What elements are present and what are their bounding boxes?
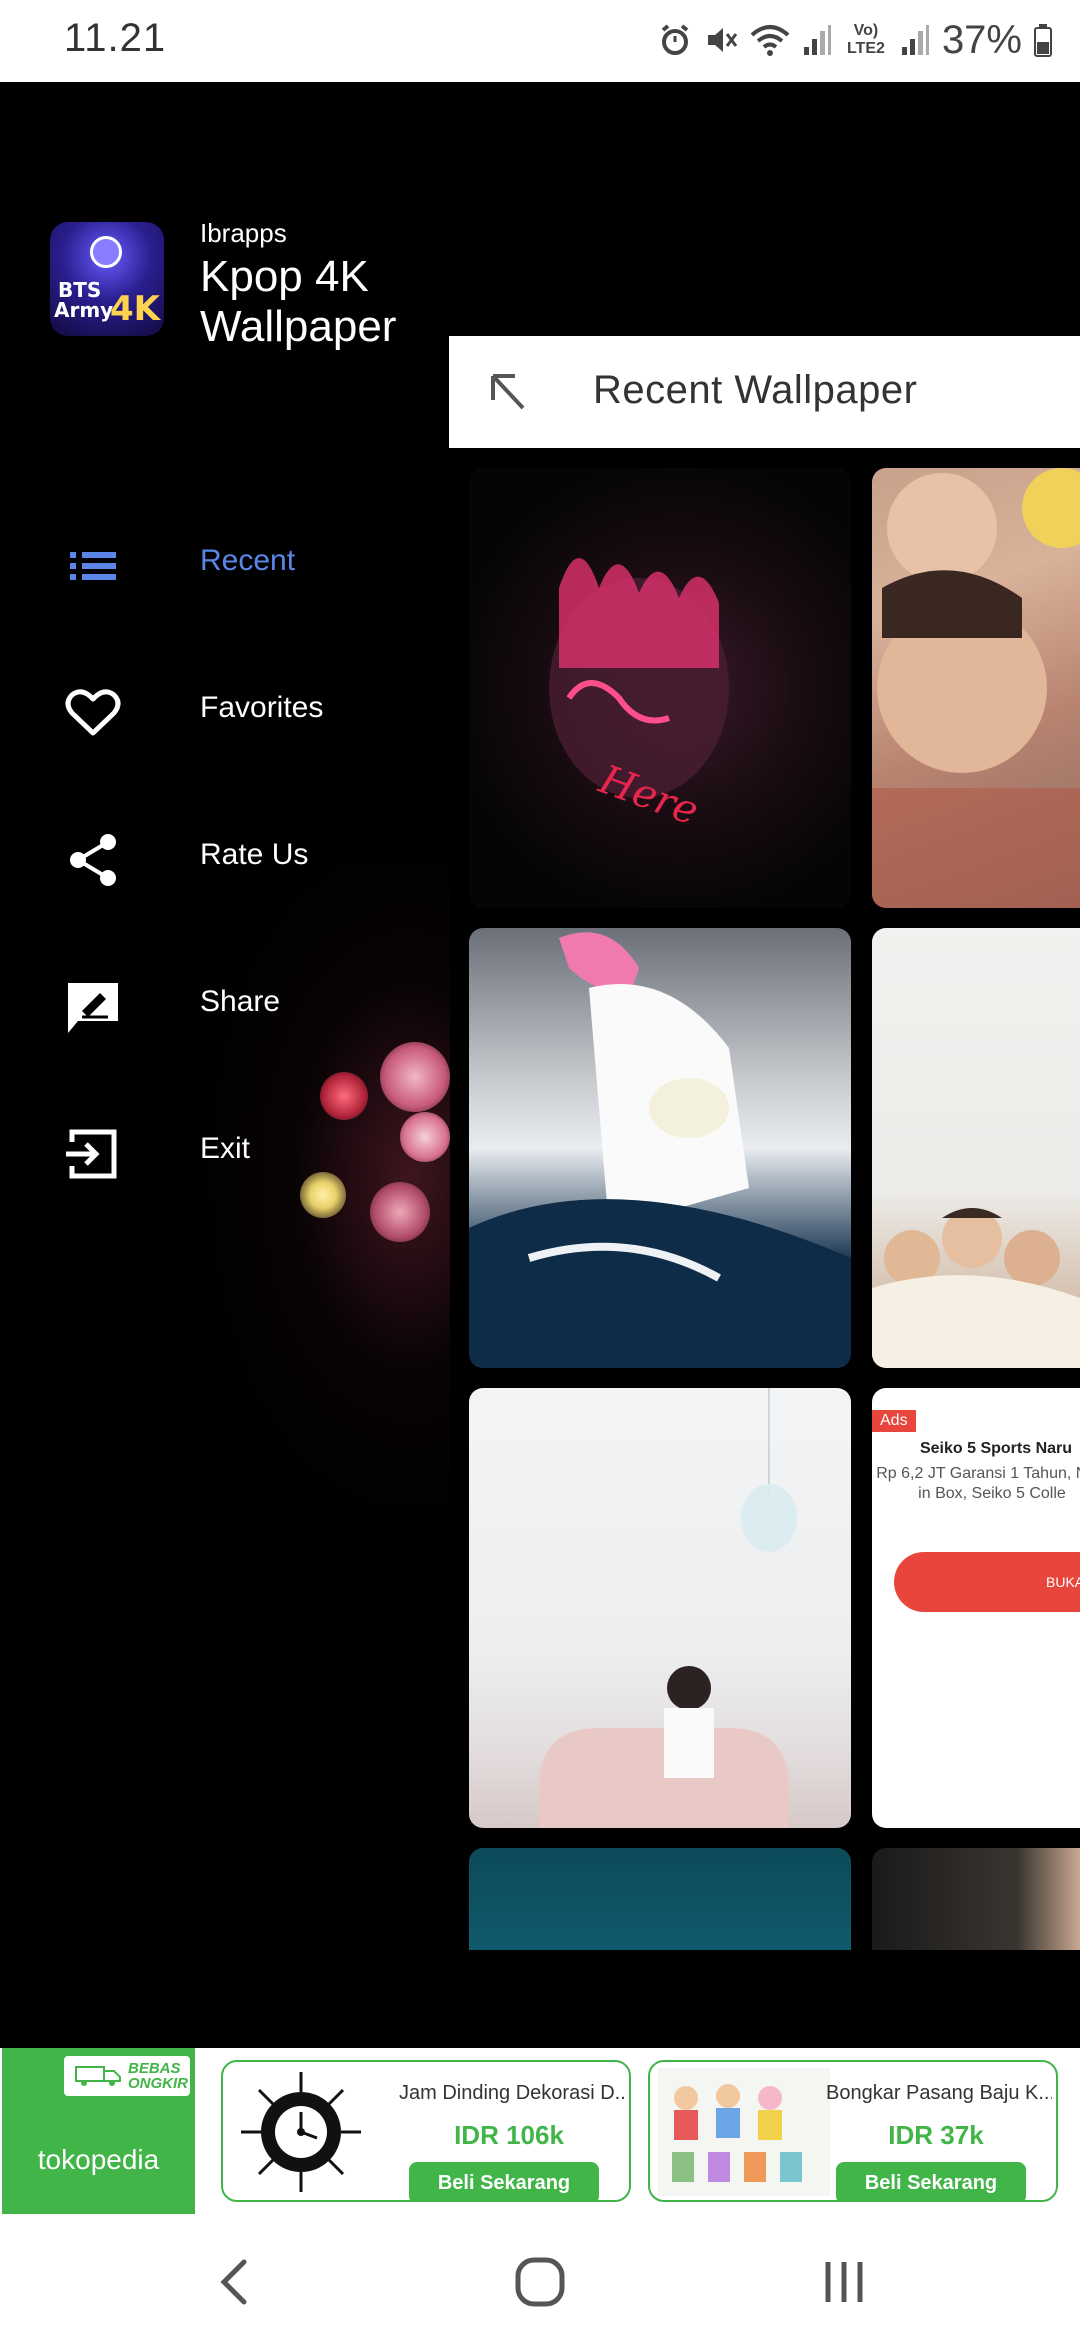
system-nav-bar bbox=[0, 2214, 1080, 2340]
battery-icon bbox=[1034, 24, 1052, 57]
app-name: Kpop 4K Wallpaper bbox=[200, 252, 397, 351]
ad-title: Seiko 5 Sports Naru bbox=[919, 1440, 1073, 1457]
wallpaper-art bbox=[872, 1208, 1080, 1368]
product-card[interactable]: Jam Dinding Dekorasi D... IDR 106k Beli … bbox=[221, 2060, 631, 2202]
product-price: IDR 37k bbox=[888, 2120, 984, 2150]
menu-item-share[interactable]: Share bbox=[0, 947, 449, 1067]
wallpaper-thumbnail[interactable] bbox=[469, 1848, 851, 1950]
wallpaper-art bbox=[539, 1388, 797, 1828]
app-screen: 11.21 Vo) LTE2 37% Here Ads Seiko 5 Spor… bbox=[0, 0, 1080, 2340]
navigation-drawer: BTS Army 4K Ibrapps Kpop 4K Wallpaper Re… bbox=[0, 82, 450, 2232]
alarm-icon bbox=[661, 24, 689, 55]
wallpaper-thumbnail[interactable] bbox=[469, 1388, 851, 1828]
buy-now-button[interactable]: Beli Sekarang bbox=[409, 2162, 599, 2200]
signal-icon bbox=[803, 25, 831, 55]
paper-doll-image bbox=[658, 2068, 830, 2196]
wallpaper-art: Here bbox=[549, 558, 729, 835]
brand-name: tokopedia bbox=[37, 2144, 160, 2175]
menu-label: Exit bbox=[200, 1132, 251, 1165]
main-header: Recent Wallpaper bbox=[449, 336, 1080, 448]
truck-icon bbox=[75, 2066, 121, 2086]
logo-text-4k: 4K bbox=[110, 289, 161, 329]
wallpaper-thumbnail[interactable] bbox=[872, 468, 1080, 908]
ad-badge: Ads bbox=[872, 1410, 916, 1432]
product-price: IDR 106k bbox=[454, 2120, 564, 2150]
chat-edit-icon bbox=[68, 983, 118, 1033]
status-bar: 11.21 Vo) LTE2 37% bbox=[0, 0, 1080, 82]
menu-item-favorites[interactable]: Favorites bbox=[0, 653, 449, 773]
battery-percent: 37% bbox=[941, 17, 1022, 62]
menu-item-recent[interactable]: Recent bbox=[0, 506, 449, 626]
list-icon bbox=[70, 552, 116, 580]
heart-icon bbox=[65, 689, 121, 736]
ad-description: Rp 6,2 JT Garansi 1 Tahun, New in Box, S… bbox=[876, 1465, 1080, 1502]
page-title: Recent Wallpaper bbox=[593, 368, 918, 412]
menu-label: Share bbox=[200, 985, 281, 1018]
back-icon[interactable] bbox=[206, 2252, 266, 2312]
product-name: Bongkar Pasang Baju K... bbox=[826, 2082, 1052, 2104]
menu-label: Rate Us bbox=[200, 838, 309, 871]
wallpaper-thumbnail[interactable] bbox=[872, 1848, 1080, 1950]
app-logo: BTS Army 4K bbox=[50, 222, 164, 336]
wallpaper-art bbox=[469, 932, 851, 1368]
exit-icon bbox=[66, 1129, 117, 1179]
recent-apps-icon[interactable] bbox=[814, 2252, 874, 2312]
network-label: Vo) LTE2 bbox=[846, 22, 885, 57]
ad-card[interactable]: Ads Seiko 5 Sports Naru Rp 6,2 JT Garans… bbox=[872, 1388, 1080, 1828]
wallpaper-art bbox=[872, 468, 1080, 908]
home-icon[interactable] bbox=[510, 2252, 570, 2312]
ad-open-button[interactable]: BUKA bbox=[894, 1552, 1080, 1612]
menu-item-exit[interactable]: Exit bbox=[0, 1094, 449, 1214]
menu-label: Recent bbox=[200, 544, 296, 577]
menu-item-rate-us[interactable]: Rate Us bbox=[0, 800, 449, 920]
signal-icon-2 bbox=[901, 25, 929, 55]
wallpaper-thumbnail[interactable] bbox=[872, 928, 1080, 1368]
bottom-ad-banner[interactable]: BEBAS ONGKIR tokopedia Jam Dinding Dekor… bbox=[0, 2048, 1080, 2214]
back-arrow-icon[interactable] bbox=[485, 370, 529, 414]
mute-icon bbox=[707, 28, 738, 52]
status-time: 11.21 bbox=[64, 16, 167, 60]
wall-clock-image bbox=[241, 2072, 361, 2192]
product-card[interactable]: Bongkar Pasang Baju K... IDR 37k Beli Se… bbox=[648, 2060, 1058, 2202]
wallpaper-thumbnail[interactable] bbox=[469, 928, 851, 1368]
buy-now-button[interactable]: Beli Sekarang bbox=[836, 2162, 1026, 2200]
logo-text-line2: Army bbox=[54, 298, 114, 322]
wifi-icon bbox=[750, 25, 790, 56]
developer-name: Ibrapps bbox=[200, 218, 287, 248]
product-name: Jam Dinding Dekorasi D... bbox=[399, 2082, 625, 2104]
badge-line2: ONGKIR bbox=[128, 2075, 188, 2092]
logo-disc bbox=[90, 236, 122, 268]
menu-label: Favorites bbox=[200, 691, 324, 724]
tokopedia-panel[interactable]: BEBAS ONGKIR tokopedia bbox=[2, 2048, 195, 2214]
wallpaper-thumbnail[interactable]: Here bbox=[469, 468, 851, 908]
logo-text-line1: BTS bbox=[58, 278, 102, 302]
status-icons: Vo) LTE2 37% bbox=[658, 14, 1052, 66]
share-nodes-icon bbox=[70, 834, 116, 886]
free-shipping-badge: BEBAS ONGKIR bbox=[64, 2056, 190, 2096]
